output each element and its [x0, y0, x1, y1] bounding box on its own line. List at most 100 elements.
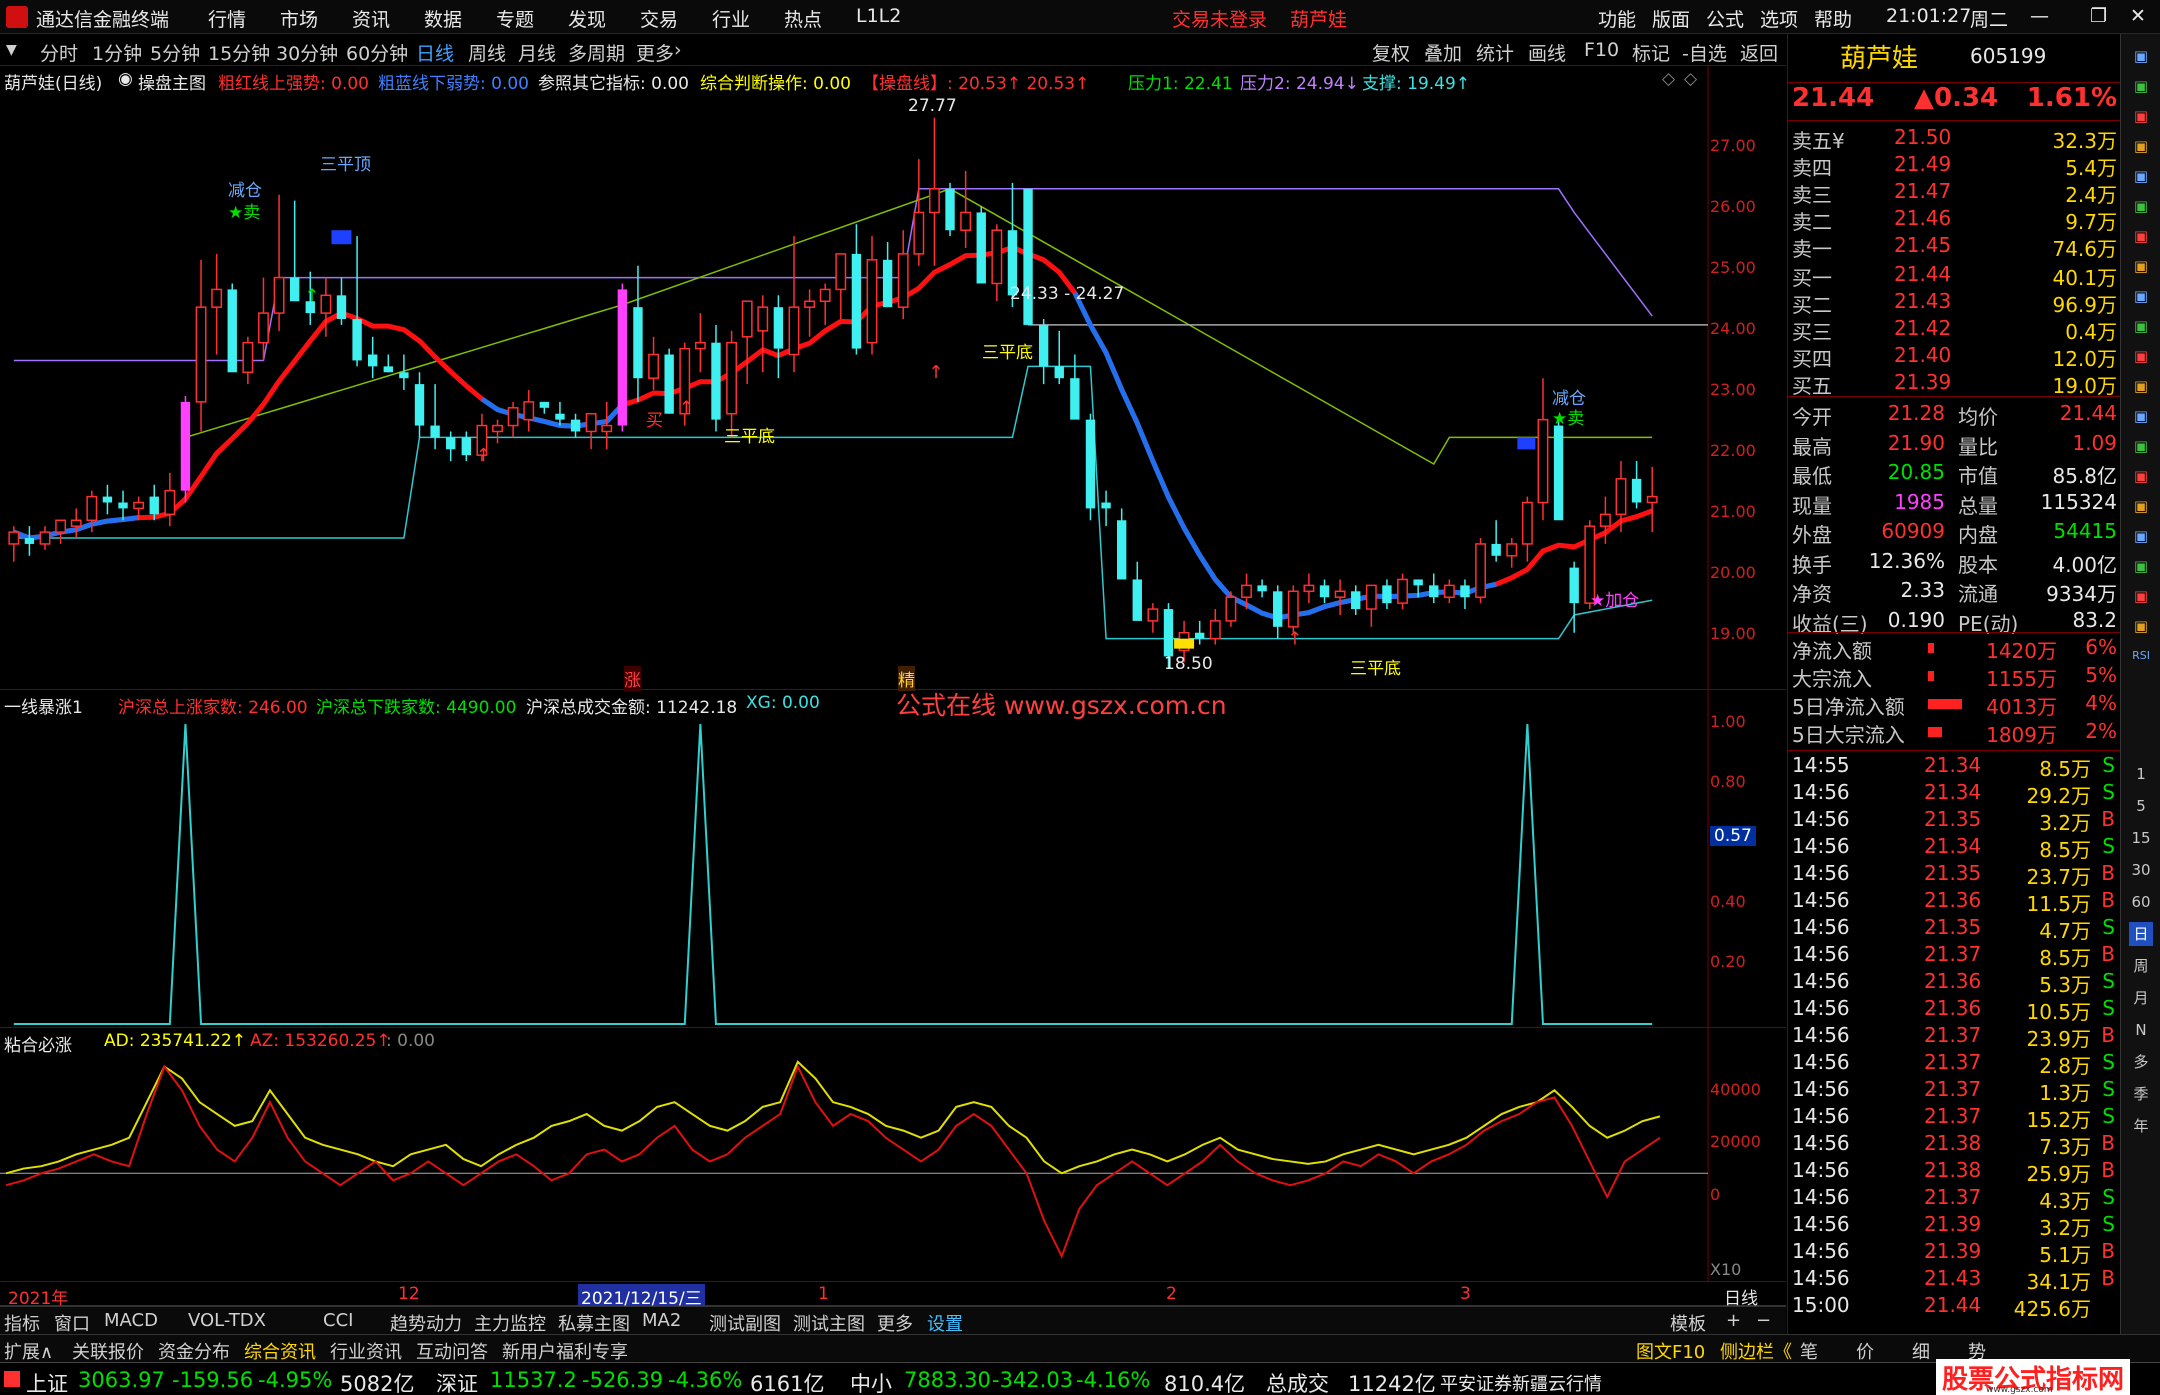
- extension-tab[interactable]: 互动问答: [416, 1338, 488, 1364]
- period-shortcut[interactable]: N: [2129, 1018, 2153, 1042]
- bid-row[interactable]: 买五 21.39 19.0万: [1788, 370, 2121, 398]
- indicator-tab[interactable]: 趋势动力: [390, 1310, 462, 1336]
- login-status[interactable]: 交易未登录: [1172, 5, 1267, 32]
- period-shortcut[interactable]: 15: [2129, 826, 2153, 850]
- period-shortcut[interactable]: 年: [2129, 1114, 2153, 1138]
- ask-row[interactable]: 卖二 21.46 9.7万: [1788, 206, 2121, 234]
- tool-icon[interactable]: ▣: [2129, 554, 2153, 578]
- ask-row[interactable]: 卖四 21.49 5.4万: [1788, 152, 2121, 180]
- indicator-tab[interactable]: 设置: [927, 1310, 963, 1336]
- diamond-filled-icon[interactable]: ◇: [1684, 69, 1697, 89]
- sh-index-name[interactable]: 上证: [26, 1368, 68, 1395]
- period-shortcut[interactable]: 5: [2129, 794, 2153, 818]
- tool-icon[interactable]: ▣: [2129, 284, 2153, 308]
- extension-tab[interactable]: 资金分布: [158, 1338, 230, 1364]
- tab-action[interactable]: 模板: [1670, 1310, 1706, 1336]
- tool-icon[interactable]: ▣: [2129, 344, 2153, 368]
- btn-huaxian[interactable]: 画线: [1528, 39, 1566, 66]
- dropdown-icon[interactable]: ▼: [6, 42, 17, 58]
- tool-icon[interactable]: ▣: [2129, 404, 2153, 428]
- btn-fanhui[interactable]: 返回: [1740, 39, 1778, 66]
- period-daily[interactable]: 日线: [416, 39, 454, 66]
- sub2-title[interactable]: 粘合必涨: [4, 1031, 72, 1056]
- period-shortcut[interactable]: 多: [2129, 1050, 2153, 1074]
- tool-icon[interactable]: ▣: [2129, 104, 2153, 128]
- side-tab[interactable]: 笔: [1800, 1338, 1818, 1364]
- menu-gongshi[interactable]: 公式: [1706, 5, 1744, 32]
- sme-index-name[interactable]: 中小: [850, 1368, 892, 1395]
- period-60min[interactable]: 60分钟: [346, 39, 408, 66]
- ask-row[interactable]: 卖五¥ 21.50 32.3万: [1788, 125, 2121, 153]
- tool-icon[interactable]: ▣: [2129, 584, 2153, 608]
- indicator-tab[interactable]: 窗口: [54, 1310, 90, 1336]
- limit-up-marker[interactable]: 涨: [624, 666, 641, 691]
- tool-icon[interactable]: ▣: [2129, 194, 2153, 218]
- menu-zhuanti[interactable]: 专题: [496, 5, 534, 32]
- sub-chart-surge[interactable]: 一线暴涨1 沪深总上涨家数: 246.00 沪深总下跌家数: 4490.00 沪…: [0, 690, 1786, 1028]
- menu-shichang[interactable]: 市场: [280, 5, 318, 32]
- tool-icon[interactable]: ▣: [2129, 134, 2153, 158]
- indicator-tab[interactable]: MACD: [104, 1310, 158, 1331]
- period-fenshi[interactable]: 分时: [40, 39, 78, 66]
- tick-list[interactable]: 14:55 21.34 8.5万 S 14:56 21.34 29.2万 S 14:56 21.3…: [1788, 750, 2121, 1321]
- period-weekly[interactable]: 周线: [468, 39, 506, 66]
- side-tab[interactable]: 图文F10: [1636, 1338, 1705, 1364]
- bid-row[interactable]: 买四 21.40 12.0万: [1788, 343, 2121, 371]
- period-1min[interactable]: 1分钟: [92, 39, 142, 66]
- period-shortcut[interactable]: 1: [2129, 762, 2153, 786]
- diamond-icon[interactable]: ◇: [1662, 69, 1675, 89]
- btn-biaoji[interactable]: 标记: [1632, 39, 1670, 66]
- period-15min[interactable]: 15分钟: [208, 39, 270, 66]
- tool-icon[interactable]: ▣: [2129, 254, 2153, 278]
- main-price-chart[interactable]: ↑ ↑ ↑ ↑ ↑ 葫芦娃(日线) ◉ 操盘主图 粗红线上强势: 0.00 粗蓝线下弱势…: [0, 66, 1786, 691]
- tool-icon[interactable]: ▣: [2129, 464, 2153, 488]
- tool-icon[interactable]: ▣: [2129, 224, 2153, 248]
- main-formula-name[interactable]: 操盘主图: [138, 69, 206, 94]
- ask-row[interactable]: 卖三 21.47 2.4万: [1788, 179, 2121, 207]
- indicator-tab[interactable]: MA2: [642, 1310, 681, 1331]
- side-tab[interactable]: 侧边栏《: [1720, 1338, 1792, 1364]
- rsi-icon[interactable]: RSI: [2129, 644, 2153, 668]
- menu-l1l2[interactable]: L1L2: [856, 5, 901, 27]
- tool-icon[interactable]: ▣: [2129, 74, 2153, 98]
- sub-chart-convergence[interactable]: 粘合必涨 AD: 235741.22↑ AZ: 153260.25↑ : 0.0…: [0, 1028, 1786, 1282]
- tool-icon[interactable]: ▣: [2129, 494, 2153, 518]
- menu-bangzhu[interactable]: 帮助: [1814, 5, 1852, 32]
- period-shortcut[interactable]: 30: [2129, 858, 2153, 882]
- period-5min[interactable]: 5分钟: [150, 39, 200, 66]
- menu-xuanxiang[interactable]: 选项: [1760, 5, 1798, 32]
- menu-hangqing[interactable]: 行情: [208, 5, 246, 32]
- period-more[interactable]: 更多: [636, 39, 674, 66]
- menu-gongneng[interactable]: 功能: [1598, 5, 1636, 32]
- indicator-tab[interactable]: 测试主图: [793, 1310, 865, 1336]
- extension-tab[interactable]: 综合资讯: [244, 1338, 316, 1364]
- minimize-icon[interactable]: —: [2030, 5, 2049, 27]
- period-monthly[interactable]: 月线: [518, 39, 556, 66]
- tab-action[interactable]: −: [1756, 1310, 1771, 1331]
- close-icon[interactable]: ✕: [2130, 5, 2146, 27]
- indicator-tab[interactable]: 测试副图: [709, 1310, 781, 1336]
- extension-tab[interactable]: 扩展∧: [4, 1338, 53, 1364]
- bid-row[interactable]: 买三 21.42 0.4万: [1788, 316, 2121, 344]
- menu-faxian[interactable]: 发现: [568, 5, 606, 32]
- period-shortcut[interactable]: 月: [2129, 986, 2153, 1010]
- tool-icon[interactable]: ▣: [2129, 524, 2153, 548]
- chevron-right-icon[interactable]: ›: [674, 39, 682, 61]
- side-tab[interactable]: 细: [1912, 1338, 1930, 1364]
- indicator-tab[interactable]: VOL-TDX: [188, 1310, 266, 1331]
- extension-tab[interactable]: 关联报价: [72, 1338, 144, 1364]
- bid-row[interactable]: 买二 21.43 96.9万: [1788, 289, 2121, 317]
- btn-diejia[interactable]: 叠加: [1424, 39, 1462, 66]
- menu-shuju[interactable]: 数据: [424, 5, 462, 32]
- period-multi[interactable]: 多周期: [568, 39, 625, 66]
- side-tab[interactable]: 价: [1856, 1338, 1874, 1364]
- restore-icon[interactable]: ❐: [2090, 5, 2107, 27]
- indicator-tab[interactable]: CCI: [323, 1310, 353, 1331]
- formula-toggle-icon[interactable]: ◉: [118, 69, 133, 89]
- period-shortcut[interactable]: 季: [2129, 1082, 2153, 1106]
- tool-icon[interactable]: ▣: [2129, 314, 2153, 338]
- tab-action[interactable]: +: [1726, 1310, 1741, 1331]
- indicator-tab[interactable]: 指标: [4, 1310, 40, 1336]
- extension-tab[interactable]: 行业资讯: [330, 1338, 402, 1364]
- tool-icon[interactable]: ▣: [2129, 614, 2153, 638]
